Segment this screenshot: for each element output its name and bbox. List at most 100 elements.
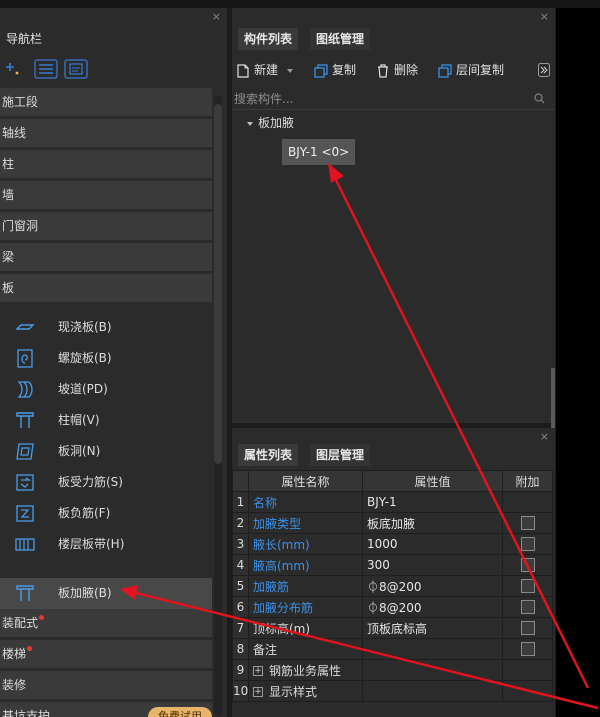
table-row[interactable]: 7 顶标高(m) 顶板底标高: [232, 617, 553, 639]
nav-category-wall[interactable]: 墙: [0, 181, 212, 210]
tab-layer-management[interactable]: 图层管理: [310, 444, 371, 466]
row-number: 6: [232, 596, 249, 618]
property-value[interactable]: ⏀8@200: [362, 596, 503, 618]
component-tabs: 构件列表 图纸管理: [232, 28, 555, 50]
nav-item-slab-hole[interactable]: 板洞(N): [0, 436, 212, 467]
row-number: 8: [232, 638, 249, 660]
table-row[interactable]: 4 腋高(mm) 300: [232, 554, 553, 576]
expand-plus-icon[interactable]: +: [253, 666, 263, 676]
copy-icon: [314, 63, 328, 78]
expand-plus-icon[interactable]: +: [253, 687, 263, 697]
nav-category-slab[interactable]: 板: [0, 274, 212, 303]
nav-item-label: 楼层板带(H): [58, 537, 125, 551]
property-name: 加腋类型: [248, 512, 363, 534]
new-button[interactable]: 新建: [236, 58, 294, 82]
property-group-label: 显示样式: [269, 684, 318, 699]
nav-category-stairs[interactable]: 楼梯: [0, 640, 212, 669]
search-input[interactable]: [234, 88, 524, 109]
nav-item-label: 坡道(PD): [58, 382, 108, 396]
nav-item-floor-slab-band[interactable]: 楼层板带(H): [0, 529, 212, 560]
nav-category-prefab[interactable]: 装配式: [0, 609, 212, 638]
floor-slab-band-icon: [15, 538, 35, 551]
nav-category-door-window[interactable]: 门窗洞: [0, 212, 212, 241]
additional-checkbox[interactable]: [520, 642, 535, 657]
expand-triangle-icon[interactable]: [246, 120, 254, 128]
nav-item-label: 板负筋(F): [58, 506, 111, 520]
close-icon[interactable]: ×: [540, 10, 549, 23]
nav-item-slab-haunch[interactable]: 板加腋(B): [0, 578, 212, 609]
property-value[interactable]: ⏀8@200: [362, 575, 503, 597]
property-value[interactable]: 顶板底标高: [362, 617, 503, 639]
close-icon[interactable]: ×: [212, 10, 221, 23]
slab-haunch-icon: [16, 585, 34, 601]
property-name: 顶标高(m): [248, 617, 363, 639]
additional-checkbox[interactable]: [520, 516, 535, 531]
additional-checkbox[interactable]: [520, 537, 535, 552]
row-number: 2: [232, 512, 249, 534]
additional-cell: [502, 533, 553, 555]
nav-category-construction-section[interactable]: 施工段: [0, 88, 212, 117]
drawing-viewport[interactable]: [556, 8, 600, 717]
nav-toolbar: [0, 56, 227, 80]
copy-button[interactable]: 复制: [314, 58, 356, 82]
table-row[interactable]: 3 腋长(mm) 1000: [232, 533, 553, 555]
additional-cell: [502, 638, 553, 660]
floor-copy-label: 层间复制: [456, 63, 505, 77]
row-number: 3: [232, 533, 249, 555]
floor-copy-button[interactable]: 层间复制: [438, 58, 504, 82]
property-name: 备注: [248, 638, 363, 660]
chevron-down-icon[interactable]: [286, 67, 294, 75]
row-number: 9: [232, 659, 249, 681]
nav-item-slab-main-rebar[interactable]: 板受力筋(S): [0, 467, 212, 498]
property-value[interactable]: BJY-1: [362, 491, 503, 513]
nav-item-column-cap[interactable]: 柱帽(V): [0, 405, 212, 436]
list-view-icon[interactable]: [34, 59, 58, 79]
table-row[interactable]: 9 + 钢筋业务属性: [232, 659, 553, 681]
nav-scrollbar-thumb[interactable]: [214, 104, 222, 464]
table-row[interactable]: 6 加腋分布筋 ⏀8@200: [232, 596, 553, 618]
free-trial-badge[interactable]: 免费试用: [148, 707, 212, 717]
close-icon[interactable]: ×: [540, 430, 549, 443]
tree-item-bjy-1[interactable]: BJY-1 <0>: [282, 139, 356, 165]
nav-category-beam[interactable]: 梁: [0, 243, 212, 272]
ramp-icon: [17, 381, 33, 398]
property-value[interactable]: 300: [362, 554, 503, 576]
nav-item-spiral-slab[interactable]: 螺旋板(B): [0, 343, 212, 374]
additional-checkbox[interactable]: [520, 621, 535, 636]
nav-item-slab-negative-rebar[interactable]: 板负筋(F): [0, 498, 212, 529]
table-row[interactable]: 2 加腋类型 板底加腋: [232, 512, 553, 534]
additional-cell: [502, 512, 553, 534]
table-row[interactable]: 10 + 显示样式: [232, 680, 553, 702]
table-row[interactable]: 5 加腋筋 ⏀8@200: [232, 575, 553, 597]
property-group-label: 钢筋业务属性: [269, 663, 342, 678]
property-value[interactable]: 1000: [362, 533, 503, 555]
delete-button[interactable]: 删除: [376, 58, 418, 82]
tab-component-list[interactable]: 构件列表: [238, 28, 299, 50]
nav-category-axis[interactable]: 轴线: [0, 119, 212, 148]
table-row[interactable]: 1 名称 BJY-1: [232, 491, 553, 513]
tab-property-list[interactable]: 属性列表: [238, 444, 299, 466]
slab-negative-rebar-icon: [16, 505, 34, 522]
tab-drawing-management[interactable]: 图纸管理: [310, 28, 371, 50]
detail-view-icon[interactable]: [64, 59, 88, 79]
add-icon[interactable]: [6, 61, 22, 77]
more-arrows-icon[interactable]: [538, 63, 550, 77]
table-row[interactable]: 8 备注: [232, 638, 553, 660]
property-value[interactable]: 板底加腋: [362, 512, 503, 534]
nav-item-label: 板洞(N): [58, 444, 101, 458]
nav-item-cast-slab[interactable]: 现浇板(B): [0, 312, 212, 343]
property-value[interactable]: [362, 638, 503, 660]
component-scrollbar[interactable]: [551, 368, 555, 428]
row-number: 4: [232, 554, 249, 576]
nav-category-column[interactable]: 柱: [0, 150, 212, 179]
search-icon[interactable]: [534, 93, 545, 104]
new-file-icon: [237, 63, 249, 78]
additional-checkbox[interactable]: [520, 558, 535, 573]
additional-checkbox[interactable]: [520, 579, 535, 594]
nav-category-label: 装配式: [2, 616, 39, 630]
delete-label: 删除: [394, 63, 419, 77]
nav-item-ramp[interactable]: 坡道(PD): [0, 374, 212, 405]
tree-node-slab-haunch[interactable]: 板加腋: [246, 114, 294, 132]
nav-category-decoration[interactable]: 装修: [0, 671, 212, 700]
additional-checkbox[interactable]: [520, 600, 535, 615]
